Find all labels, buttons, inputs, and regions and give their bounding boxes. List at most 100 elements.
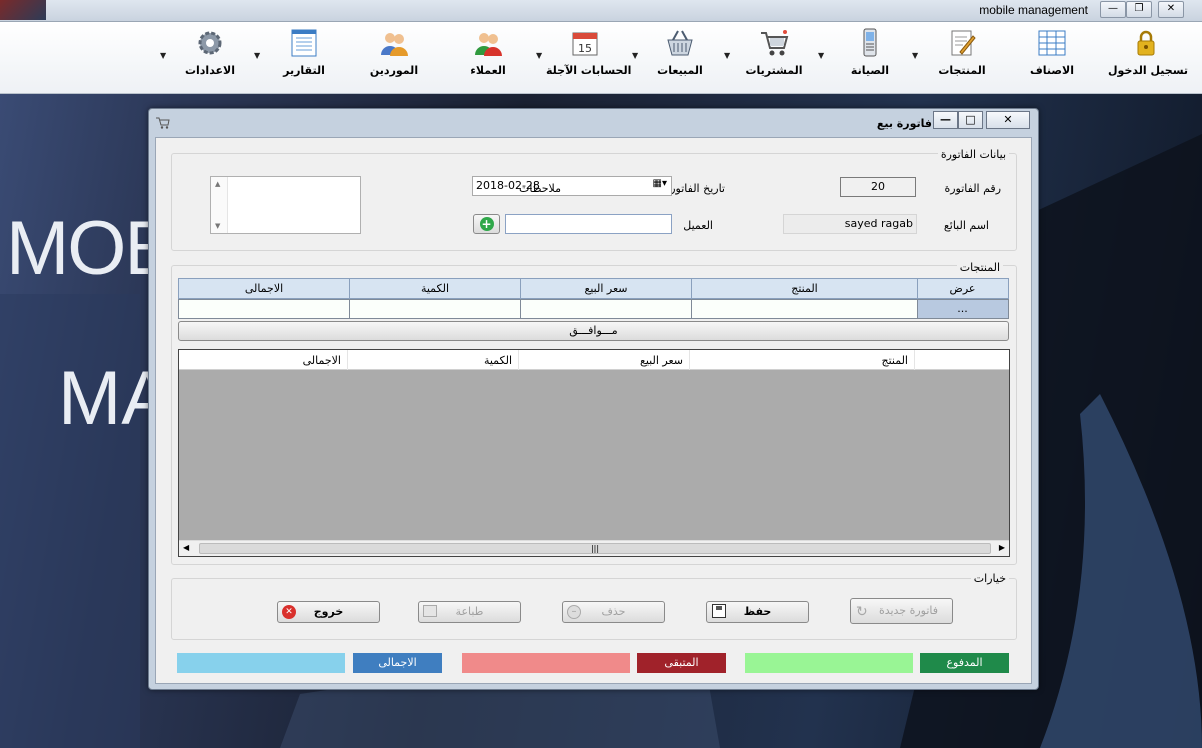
toolbar-login[interactable]: تسجيل الدخول: [1108, 26, 1189, 88]
toolbar-suppliers[interactable]: الموردين: [366, 26, 422, 88]
calendar-icon: 15: [570, 28, 600, 58]
scroll-left-icon[interactable]: ◀: [183, 543, 189, 552]
toolbar-purchases-dropdown-icon[interactable]: ▼: [724, 51, 730, 60]
svg-text:15: 15: [578, 42, 592, 55]
toolbar-suppliers-label: الموردين: [369, 64, 419, 77]
save-button[interactable]: حفظ: [706, 601, 809, 623]
ok-button[interactable]: مـــوافـــق: [178, 321, 1009, 341]
remaining-value: [462, 653, 630, 673]
save-disk-icon: [712, 604, 726, 618]
entry-price-cell[interactable]: [520, 299, 692, 319]
exit-x-icon: ✕: [282, 605, 296, 619]
suppliers-icon: [379, 28, 409, 58]
invoice-date-label: تاريخ الفاتورة: [664, 182, 725, 195]
toolbar-credit-dropdown-icon[interactable]: ▼: [536, 51, 542, 60]
close-button[interactable]: ✕: [1158, 1, 1184, 18]
window-minimize-button[interactable]: —: [933, 111, 958, 129]
window-close-button[interactable]: ✕: [986, 111, 1030, 129]
invoice-data-group-title: بيانات الفاتورة: [937, 148, 1009, 161]
invoice-number-label: رقم الفاتورة: [944, 182, 1001, 195]
entry-product-cell[interactable]: [691, 299, 918, 319]
window-maximize-button[interactable]: □: [958, 111, 983, 129]
toolbar-login-label: تسجيل الدخول: [1108, 64, 1189, 77]
toolbar-sales-dropdown-icon[interactable]: ▼: [632, 51, 638, 60]
add-customer-button[interactable]: +: [473, 214, 500, 234]
scroll-thumb[interactable]: |||: [199, 543, 991, 554]
delete-button[interactable]: – حذف: [562, 601, 665, 623]
refresh-icon: ↻: [856, 604, 868, 620]
seller-name-label: اسم البائع: [943, 219, 989, 232]
toolbar-maintenance-label: الصيانة: [850, 64, 890, 77]
toolbar-purchases[interactable]: المشتريات: [744, 26, 804, 88]
toolbar-maintenance-dropdown-icon[interactable]: ▼: [818, 51, 824, 60]
toolbar-sales-label: المبيعات: [657, 64, 703, 77]
toolbar-products-dropdown-icon[interactable]: ▼: [912, 51, 918, 60]
main-toolbar: تسجيل الدخول الاصناف المنتجات ▼ الصيانة …: [0, 22, 1202, 94]
seller-name-field: sayed ragab: [783, 214, 917, 234]
show-products-button[interactable]: ...: [916, 299, 1009, 319]
paid-value: [745, 653, 913, 673]
window-cart-icon: [156, 117, 170, 129]
toolbar-settings[interactable]: الاعدادات: [180, 26, 240, 88]
entry-quantity-cell[interactable]: [349, 299, 521, 319]
notes-textarea[interactable]: ▲ ▼: [210, 176, 361, 234]
toolbar-categories-label: الاصناف: [1030, 64, 1074, 77]
scroll-right-icon[interactable]: ▶: [999, 543, 1005, 552]
entry-col-show: عرض: [916, 278, 1009, 299]
calendar-dropdown-icon[interactable]: ▦▾: [653, 178, 667, 189]
toolbar-customers-label: العملاء: [470, 64, 506, 77]
toolbar-sales[interactable]: المبيعات: [652, 26, 708, 88]
products-group-title: المنتجات: [956, 261, 1003, 274]
entry-col-product: المنتج: [691, 278, 918, 299]
items-col-product: المنتج: [689, 350, 915, 370]
printer-icon: [423, 605, 437, 617]
notes-scrollbar[interactable]: ▲ ▼: [211, 177, 228, 233]
lock-icon: [1131, 28, 1161, 58]
toolbar-credit-accounts[interactable]: 15 الحسابات الآجلة: [546, 26, 632, 88]
toolbar-credit-accounts-label: الحسابات الآجلة: [546, 64, 632, 77]
total-label: الاجمالى: [353, 653, 442, 673]
customers-icon: [473, 28, 503, 58]
toolbar-reports-dropdown-icon[interactable]: ▼: [254, 51, 260, 60]
app-title: mobile management: [979, 3, 1088, 17]
minimize-button[interactable]: —: [1100, 1, 1126, 18]
toolbar-reports[interactable]: التقارير: [278, 26, 330, 88]
toolbar-categories[interactable]: الاصناف: [1024, 26, 1080, 88]
options-group-title: خيارات: [970, 572, 1009, 585]
toolbar-customers[interactable]: العملاء: [462, 26, 514, 88]
delete-label: حذف: [601, 605, 626, 618]
new-invoice-button[interactable]: ↻ فاتورة جديدة: [850, 598, 953, 624]
print-button[interactable]: طباعة: [418, 601, 521, 623]
entry-total-cell[interactable]: [178, 299, 350, 319]
entry-col-price: سعر البيع: [520, 278, 692, 299]
plus-circle-icon: +: [479, 217, 494, 231]
scroll-down-icon[interactable]: ▼: [215, 222, 220, 230]
window-title: فاتورة بيع: [876, 117, 932, 130]
minus-circle-icon: –: [567, 605, 581, 619]
restore-button[interactable]: ❐: [1126, 1, 1152, 18]
exit-label: خروج: [313, 605, 344, 618]
toolbar-products[interactable]: المنتجات: [932, 26, 992, 88]
invoice-items-grid[interactable]: المنتج سعر البيع الكمية الاجمالى ◀ ||| ▶: [178, 349, 1010, 557]
entry-col-quantity: الكمية: [349, 278, 521, 299]
app-icon: [0, 0, 46, 20]
toolbar-purchases-label: المشتريات: [745, 64, 803, 77]
scroll-up-icon[interactable]: ▲: [215, 180, 220, 188]
toolbar-maintenance[interactable]: الصيانة: [842, 26, 898, 88]
window-title-bar: فاتورة بيع — □ ✕: [149, 109, 1038, 137]
shopping-cart-icon: [759, 28, 789, 58]
customer-input[interactable]: [505, 214, 672, 234]
settings-gear-icon: [195, 28, 225, 58]
print-label: طباعة: [455, 605, 484, 618]
entry-col-total: الاجمالى: [178, 278, 350, 299]
app-title-bar: mobile management — ❐ ✕: [0, 0, 1202, 22]
customer-label: العميل: [683, 219, 713, 232]
report-icon: [289, 28, 319, 58]
items-col-price: سعر البيع: [518, 350, 689, 370]
exit-button[interactable]: ✕ خروج: [277, 601, 380, 623]
window-client-area: بيانات الفاتورة رقم الفاتورة 20 تاريخ ال…: [155, 137, 1032, 684]
invoice-number-field[interactable]: 20: [840, 177, 916, 197]
toolbar-settings-dropdown-icon[interactable]: ▼: [160, 51, 166, 60]
items-horizontal-scrollbar[interactable]: ◀ ||| ▶: [179, 540, 1009, 556]
invoice-date-picker[interactable]: 2018-02-28 ▦▾: [472, 176, 672, 196]
